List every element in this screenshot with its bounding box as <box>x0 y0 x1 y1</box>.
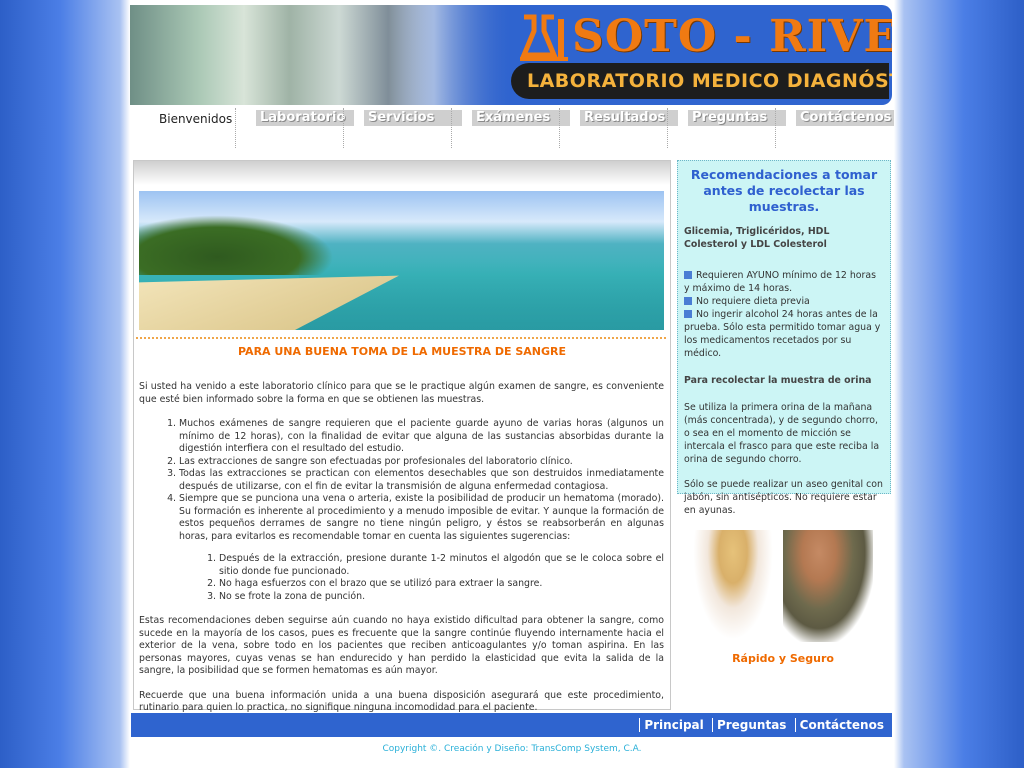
bullet-item: No requiere dieta previa <box>684 295 884 308</box>
list-item-text: Siempre que se punciona una vena o arter… <box>179 493 664 542</box>
bullet-square-icon <box>684 297 692 305</box>
intro-paragraph: Si usted ha venido a este laboratorio cl… <box>139 381 664 405</box>
bullet-text: Requieren AYUNO mínimo de 12 horas y máx… <box>684 270 877 294</box>
recommendations-panel: Recomendaciones a tomar antes de recolec… <box>677 160 891 516</box>
footer-link-preguntas[interactable]: Preguntas <box>711 718 791 732</box>
article-body: Si usted ha venido a este laboratorio cl… <box>139 381 664 727</box>
nav-home-label[interactable]: Bienvenidos <box>159 112 232 126</box>
sublist-item: Después de la extracción, presione duran… <box>219 553 664 578</box>
flask-icon <box>520 14 568 61</box>
blood-tests-subhead: Glicemia, Triglicéridos, HDL Colesterol … <box>684 226 830 250</box>
nav-examenes[interactable]: Exámenes <box>454 108 570 148</box>
bullet-text: No ingerir alcohol 24 horas antes de la … <box>684 309 881 359</box>
nav-preguntas-label[interactable]: Preguntas <box>688 110 786 126</box>
bullet-square-icon <box>684 271 692 279</box>
sublist-item: No se frote la zona de punción. <box>219 591 664 604</box>
footer-link-contactenos[interactable]: Contáctenos <box>794 718 888 732</box>
list-item: Todas las extracciones se practican con … <box>179 468 664 493</box>
logo-subtitle-bar: LABORATORIO MEDICO DIAGNÓSTICO <box>511 63 892 99</box>
urine-subhead: Para recolectar la muestra de orina <box>684 375 872 386</box>
bullet-square-icon <box>684 310 692 318</box>
beach-image <box>139 191 664 330</box>
section-title: PARA UNA BUENA TOMA DE LA MUESTRA DE SAN… <box>238 345 566 358</box>
nav-servicios-label[interactable]: Servicios <box>364 110 462 126</box>
urine-paragraph-1: Se utiliza la primera orina de la mañana… <box>684 402 880 465</box>
main-content: PARA UNA BUENA TOMA DE LA MUESTRA DE SAN… <box>133 160 671 713</box>
nav-laboratorio[interactable]: Laboratorio <box>238 108 354 148</box>
recommendations-title: Recomendaciones a tomar antes de recolec… <box>690 167 878 214</box>
nav-contactenos-label[interactable]: Contáctenos <box>796 110 894 126</box>
nav-examenes-label[interactable]: Exámenes <box>472 110 570 126</box>
footer-bar: Principal Preguntas Contáctenos <box>131 713 892 737</box>
photo-caption: Rápido y Seguro <box>732 652 834 665</box>
main-nav: Bienvenidos Laboratorio Servicios Exámen… <box>130 108 894 148</box>
recommendations-list: Muchos exámenes de sangre requieren que … <box>139 418 664 603</box>
header-banner: SOTO - RIVERA LABORATORIO MEDICO DIAGNÓS… <box>130 5 892 105</box>
sublist-item: No haga esfuerzos con el brazo que se ut… <box>219 578 664 591</box>
nav-servicios[interactable]: Servicios <box>346 108 462 148</box>
page-container: SOTO - RIVERA LABORATORIO MEDICO DIAGNÓS… <box>130 0 894 768</box>
footer-links: Principal Preguntas Contáctenos <box>639 718 888 732</box>
suggestions-sublist: Después de la extracción, presione duran… <box>179 553 664 603</box>
paragraph-2: Estas recomendaciones deben seguirse aún… <box>139 615 664 676</box>
urine-paragraph-2: Sólo se puede realizar un aseo genital c… <box>684 479 883 516</box>
blood-draw-photo <box>683 525 878 645</box>
paragraph-3: Recuerde que una buena información unida… <box>139 689 664 714</box>
nav-resultados[interactable]: Resultados <box>562 108 678 148</box>
list-item: Siempre que se punciona una vena o arter… <box>179 493 664 603</box>
nav-contactenos[interactable]: Contáctenos <box>778 108 894 148</box>
content-top-bar <box>134 161 670 185</box>
bullet-item: No ingerir alcohol 24 horas antes de la … <box>684 308 884 360</box>
lab-photo-collage <box>130 5 510 105</box>
logo-title: SOTO - RIVERA <box>572 11 892 62</box>
nav-resultados-label[interactable]: Resultados <box>580 110 678 126</box>
footer-link-principal[interactable]: Principal <box>639 718 708 732</box>
list-item: Las extracciones de sangre son efectuada… <box>179 456 664 469</box>
recommendations-content: Glicemia, Triglicéridos, HDL Colesterol … <box>684 225 884 529</box>
logo-subtitle: LABORATORIO MEDICO DIAGNÓSTICO <box>527 70 892 92</box>
bullet-item: Requieren AYUNO mínimo de 12 horas y máx… <box>684 269 884 295</box>
nav-laboratorio-label[interactable]: Laboratorio <box>256 110 354 126</box>
bullet-text: No requiere dieta previa <box>696 296 810 307</box>
copyright-text: Copyright ©. Creación y Diseño: TransCom… <box>382 744 642 754</box>
dotted-divider <box>136 337 666 339</box>
list-item: Muchos exámenes de sangre requieren que … <box>179 418 664 456</box>
nav-home[interactable]: Bienvenidos <box>130 108 236 148</box>
nav-preguntas[interactable]: Preguntas <box>670 108 786 148</box>
